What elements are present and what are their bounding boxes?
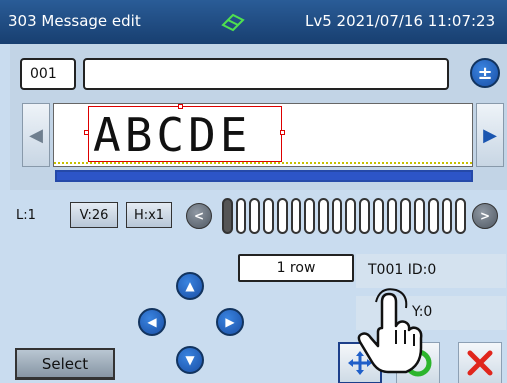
character-cell[interactable]: [414, 198, 425, 234]
chevron-down-icon: ▼: [185, 353, 195, 367]
move-down-button[interactable]: ▼: [176, 346, 204, 374]
move-left-button[interactable]: ◀: [138, 308, 166, 336]
character-cell[interactable]: [359, 198, 370, 234]
line-indicator: L:1: [16, 207, 36, 223]
character-cell[interactable]: [455, 198, 466, 234]
character-strip[interactable]: [222, 198, 466, 234]
message-number-field[interactable]: 001: [20, 58, 76, 90]
char-next-button[interactable]: >: [472, 203, 498, 229]
char-prev-button[interactable]: <: [186, 203, 212, 229]
chevron-right-icon: ▶: [225, 315, 235, 329]
message-name-field[interactable]: [83, 58, 449, 90]
character-cell[interactable]: [249, 198, 261, 234]
chevron-right-icon: >: [479, 209, 491, 223]
triangle-left-icon: ◀: [29, 124, 43, 146]
chevron-left-icon: <: [193, 209, 205, 223]
touch-hand-icon: [352, 288, 428, 378]
resize-handle-left[interactable]: [84, 130, 89, 135]
info-id-text: T001 ID:0: [368, 262, 437, 278]
rows-selector[interactable]: 1 row: [238, 254, 354, 282]
message-length-bar-fill: [57, 172, 471, 180]
resize-handle-right[interactable]: [280, 130, 285, 135]
cancel-button[interactable]: [458, 342, 502, 383]
plus-minus-button[interactable]: ±: [470, 58, 500, 88]
title-bar: 303 Message edit Lv5 2021/07/16 11:07:23: [0, 0, 507, 44]
close-icon: [467, 350, 493, 376]
preview-text: ABCDE: [88, 106, 282, 162]
preview-scroll-left-button[interactable]: ◀: [22, 103, 50, 167]
triangle-right-icon: ▶: [483, 124, 497, 146]
character-cell[interactable]: [372, 198, 384, 234]
plus-minus-icon: ±: [477, 62, 493, 84]
character-cell[interactable]: [427, 198, 439, 234]
message-length-bar: [55, 170, 473, 182]
horizontal-size-button[interactable]: H:x1: [126, 202, 172, 228]
resize-handle-top[interactable]: [178, 104, 183, 109]
character-cell[interactable]: [318, 198, 329, 234]
move-right-button[interactable]: ▶: [216, 308, 244, 336]
character-cell[interactable]: [276, 198, 288, 234]
chevron-up-icon: ▲: [185, 279, 195, 293]
eraser-icon: [220, 12, 246, 36]
character-cell[interactable]: [400, 198, 412, 234]
character-cell[interactable]: [331, 198, 343, 234]
message-preview[interactable]: ABCDE: [53, 103, 473, 167]
character-cell[interactable]: [386, 198, 398, 234]
preview-scroll-right-button[interactable]: ▶: [476, 103, 504, 167]
character-cell[interactable]: [345, 198, 357, 234]
character-cell[interactable]: [290, 198, 302, 234]
character-cell[interactable]: [222, 198, 233, 234]
character-cell[interactable]: [263, 198, 274, 234]
move-up-button[interactable]: ▲: [176, 272, 204, 300]
chevron-left-icon: ◀: [147, 315, 157, 329]
character-cell[interactable]: [304, 198, 316, 234]
datetime-display: Lv5 2021/07/16 11:07:23: [305, 12, 496, 30]
character-cell[interactable]: [235, 198, 247, 234]
select-button[interactable]: Select: [15, 348, 115, 380]
character-cell[interactable]: [441, 198, 453, 234]
vertical-size-button[interactable]: V:26: [70, 202, 118, 228]
page-title: 303 Message edit: [8, 12, 141, 30]
